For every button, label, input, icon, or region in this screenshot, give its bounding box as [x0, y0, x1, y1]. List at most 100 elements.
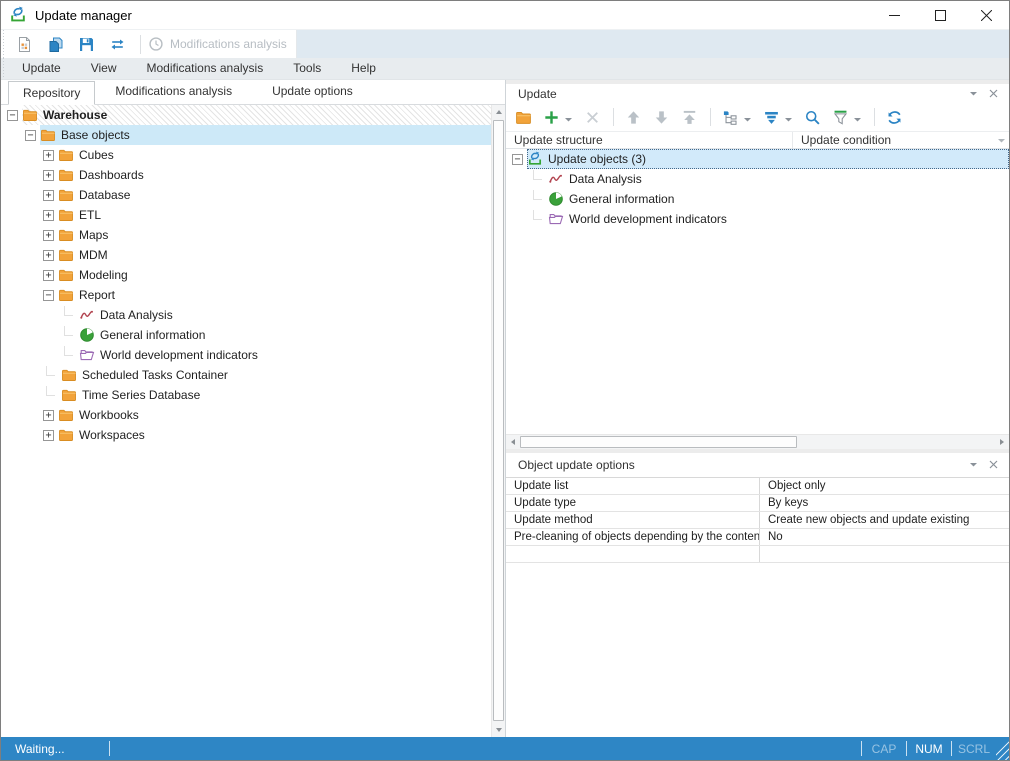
- menu-item-tools[interactable]: Tools: [278, 58, 336, 79]
- panel-close-icon[interactable]: [985, 457, 1001, 473]
- sort-button[interactable]: [761, 106, 795, 128]
- delete-icon: [584, 109, 601, 126]
- menu-item-view[interactable]: View: [76, 58, 132, 79]
- tree-item[interactable]: +Modeling: [1, 265, 505, 285]
- collapse-icon[interactable]: −: [43, 290, 54, 301]
- plus-icon: [543, 109, 560, 126]
- tree-item[interactable]: Time Series Database: [1, 385, 505, 405]
- tree-item[interactable]: General information: [1, 325, 505, 345]
- tree-item-label: Report: [79, 288, 115, 302]
- scrollbar-thumb[interactable]: [520, 436, 797, 448]
- add-folder-button[interactable]: [513, 106, 534, 128]
- tree-connector: [533, 170, 542, 180]
- tree-item[interactable]: Data Analysis: [1, 305, 505, 325]
- menu-bar: UpdateViewModifications analysisToolsHel…: [1, 58, 1009, 80]
- panel-close-icon[interactable]: [985, 86, 1001, 102]
- update-objects-icon: [527, 151, 543, 167]
- horizontal-scrollbar[interactable]: [506, 434, 1009, 449]
- add-object-button[interactable]: [541, 106, 575, 128]
- tree-item[interactable]: − Report: [1, 285, 505, 305]
- tree-item[interactable]: World development indicators: [1, 345, 505, 365]
- tab-update-options[interactable]: Update options: [252, 80, 373, 104]
- scroll-right-button[interactable]: [995, 435, 1009, 449]
- copy-button[interactable]: [42, 32, 69, 56]
- property-value[interactable]: Object only: [759, 478, 1009, 494]
- tree-item[interactable]: World development indicators: [506, 209, 1009, 229]
- new-document-button[interactable]: [11, 32, 38, 56]
- tree-item[interactable]: Scheduled Tasks Container: [1, 365, 505, 385]
- tree-item[interactable]: +Maps: [1, 225, 505, 245]
- tree-item-body: World development indicators: [79, 345, 505, 365]
- expand-icon[interactable]: +: [43, 250, 54, 261]
- vertical-scrollbar[interactable]: [491, 105, 505, 737]
- filter-button[interactable]: [830, 106, 864, 128]
- tree-item[interactable]: +ETL: [1, 205, 505, 225]
- folder-icon: [58, 247, 74, 263]
- menu-item-modifications-analysis[interactable]: Modifications analysis: [132, 58, 279, 79]
- refresh-button[interactable]: [884, 106, 905, 128]
- options-panel-header: Object update options: [506, 453, 1009, 477]
- tree-item-label: Workspaces: [79, 428, 145, 442]
- scroll-down-button[interactable]: [492, 723, 505, 737]
- column-options-icon[interactable]: [993, 136, 1009, 145]
- property-value[interactable]: No: [759, 529, 1009, 545]
- tab-repository[interactable]: Repository: [8, 81, 95, 105]
- expand-icon[interactable]: +: [43, 190, 54, 201]
- tree-item[interactable]: +Workbooks: [1, 405, 505, 425]
- tree-item-body: Database: [58, 185, 505, 205]
- menu-item-help[interactable]: Help: [336, 58, 391, 79]
- expand-icon[interactable]: +: [43, 430, 54, 441]
- status-text: Waiting...: [1, 742, 109, 756]
- column-update-structure[interactable]: Update structure: [506, 132, 793, 148]
- scroll-left-button[interactable]: [506, 435, 520, 449]
- minimize-button[interactable]: [871, 1, 917, 29]
- close-button[interactable]: [963, 1, 1009, 29]
- collapse-icon[interactable]: −: [25, 130, 36, 141]
- tree-item[interactable]: +MDM: [1, 245, 505, 265]
- search-button[interactable]: [802, 106, 823, 128]
- tree-item[interactable]: +Cubes: [1, 145, 505, 165]
- tree-item-body: Report: [58, 285, 505, 305]
- scroll-up-button[interactable]: [492, 105, 505, 119]
- update-manager-window: Update manager Modifications analysis: [0, 0, 1010, 761]
- menu-item-update[interactable]: Update: [7, 58, 76, 79]
- tree-item[interactable]: + Workspaces: [1, 425, 505, 445]
- tree-item-body: Dashboards: [58, 165, 505, 185]
- tree-item[interactable]: Data Analysis: [506, 169, 1009, 189]
- repository-pane: RepositoryModifications analysisUpdate o…: [1, 80, 506, 737]
- tree-item[interactable]: −Update objects (3): [506, 149, 1009, 169]
- tree-item[interactable]: −Warehouse: [1, 105, 505, 125]
- expand-icon[interactable]: +: [43, 210, 54, 221]
- title-bar: Update manager: [1, 1, 1009, 29]
- chevron-down-icon[interactable]: [965, 457, 981, 473]
- chevron-down-icon[interactable]: [965, 86, 981, 102]
- property-value[interactable]: By keys: [759, 495, 1009, 511]
- tree-view-button[interactable]: [720, 106, 754, 128]
- sort-funnel-icon: [763, 109, 780, 126]
- column-update-condition[interactable]: Update condition: [793, 133, 993, 147]
- expand-icon[interactable]: +: [43, 150, 54, 161]
- property-row: Pre-cleaning of objects depending by the…: [506, 529, 1009, 546]
- expand-icon[interactable]: +: [43, 270, 54, 281]
- expand-icon[interactable]: +: [43, 230, 54, 241]
- main-area: RepositoryModifications analysisUpdate o…: [1, 80, 1009, 737]
- arrow-top-icon: [681, 109, 698, 126]
- maximize-button[interactable]: [917, 1, 963, 29]
- expand-icon[interactable]: +: [43, 410, 54, 421]
- collapse-icon[interactable]: −: [512, 154, 523, 165]
- tree-item[interactable]: General information: [506, 189, 1009, 209]
- save-button[interactable]: [73, 32, 100, 56]
- tree-item[interactable]: + Dashboards: [1, 165, 505, 185]
- tree-item[interactable]: + Database: [1, 185, 505, 205]
- property-value[interactable]: Create new objects and update existing: [759, 512, 1009, 528]
- resize-grip[interactable]: [996, 737, 1009, 760]
- scrollbar-thumb[interactable]: [493, 120, 504, 721]
- sync-button[interactable]: [104, 32, 131, 56]
- collapse-icon[interactable]: −: [7, 110, 18, 121]
- move-up-button: [623, 106, 644, 128]
- tree-item-body: Data Analysis: [79, 305, 505, 325]
- expand-icon[interactable]: +: [43, 170, 54, 181]
- tab-modifications-analysis[interactable]: Modifications analysis: [95, 80, 252, 104]
- tree-item[interactable]: −Base objects: [1, 125, 505, 145]
- folder-icon: [58, 167, 74, 183]
